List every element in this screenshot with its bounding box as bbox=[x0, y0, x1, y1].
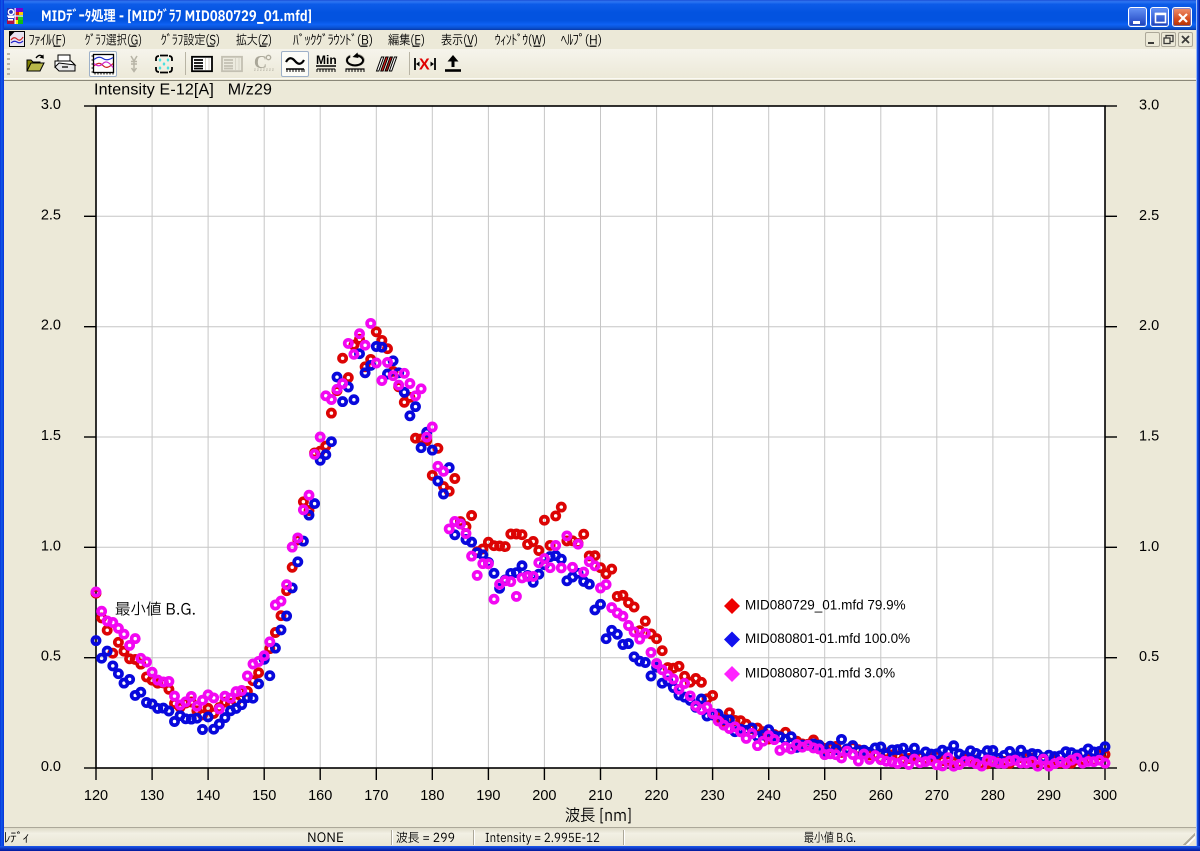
svg-text:Intensity E-12[A] M/z29: Intensity E-12[A] M/z29 bbox=[94, 82, 272, 99]
svg-text:1.0: 1.0 bbox=[41, 538, 61, 554]
svg-text:250: 250 bbox=[813, 788, 837, 804]
svg-text:280: 280 bbox=[981, 788, 1005, 804]
svg-text:1.0: 1.0 bbox=[1139, 539, 1159, 555]
svg-text:0.5: 0.5 bbox=[1139, 649, 1159, 665]
svg-text:0.0: 0.0 bbox=[41, 759, 61, 775]
svg-text:0.5: 0.5 bbox=[41, 649, 61, 665]
svg-text:2.0: 2.0 bbox=[41, 318, 61, 334]
svg-text:210: 210 bbox=[588, 788, 612, 804]
svg-text:120: 120 bbox=[84, 788, 108, 804]
svg-text:260: 260 bbox=[869, 788, 893, 804]
svg-text:2.5: 2.5 bbox=[1139, 208, 1159, 224]
svg-text:240: 240 bbox=[757, 788, 781, 804]
svg-text:170: 170 bbox=[364, 788, 388, 804]
svg-text:2.5: 2.5 bbox=[41, 207, 61, 223]
svg-text:2.0: 2.0 bbox=[1139, 318, 1159, 334]
svg-text:0.0: 0.0 bbox=[1139, 760, 1159, 776]
svg-text:220: 220 bbox=[644, 788, 668, 804]
svg-text:1.5: 1.5 bbox=[1139, 429, 1159, 445]
svg-text:270: 270 bbox=[925, 788, 949, 804]
svg-text:1.5: 1.5 bbox=[41, 428, 61, 444]
svg-text:MID080807-01.mfd 3.0%: MID080807-01.mfd 3.0% bbox=[745, 666, 895, 681]
svg-text:290: 290 bbox=[1037, 788, 1061, 804]
svg-text:MID080729_01.mfd 79.9%: MID080729_01.mfd 79.9% bbox=[745, 598, 906, 613]
svg-text:3.0: 3.0 bbox=[41, 97, 61, 113]
svg-text:130: 130 bbox=[140, 788, 164, 804]
svg-text:160: 160 bbox=[308, 788, 332, 804]
svg-text:180: 180 bbox=[420, 788, 444, 804]
svg-text:X: X bbox=[419, 56, 430, 73]
svg-text:MID080801-01.mfd 100.0%: MID080801-01.mfd 100.0% bbox=[745, 631, 910, 646]
svg-text:300: 300 bbox=[1093, 788, 1117, 804]
svg-text:150: 150 bbox=[252, 788, 276, 804]
svg-text:200: 200 bbox=[532, 788, 556, 804]
svg-text:230: 230 bbox=[700, 788, 724, 804]
svg-text:190: 190 bbox=[476, 788, 500, 804]
svg-text:Min: Min bbox=[316, 53, 337, 67]
svg-text:140: 140 bbox=[196, 788, 220, 804]
svg-text:3.0: 3.0 bbox=[1139, 98, 1159, 114]
